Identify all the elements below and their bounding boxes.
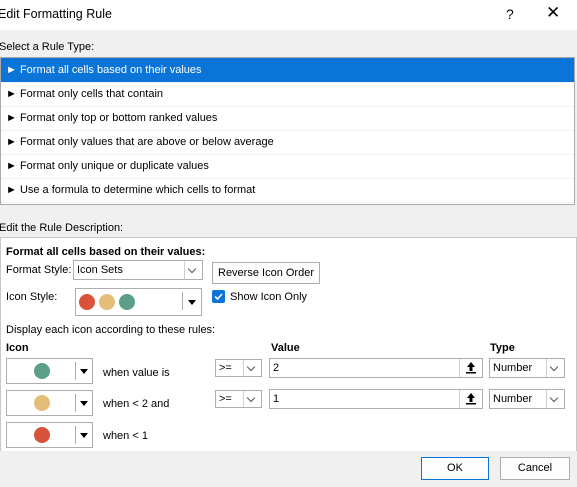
rule-type-item-unique-duplicate[interactable]: ► Format only unique or duplicate values	[1, 154, 574, 179]
rule-type-item-cells-that-contain[interactable]: ► Format only cells that contain	[1, 82, 574, 107]
rule-2-type-select[interactable]: Number	[489, 389, 565, 409]
rule-1-icon-select[interactable]	[6, 358, 93, 384]
icon-column-header: Icon	[6, 342, 29, 354]
dropdown-arrow-icon	[80, 433, 88, 438]
type-column-header: Type	[490, 342, 515, 354]
reverse-icon-order-button[interactable]: Reverse Icon Order	[212, 262, 320, 284]
rule-1-operator-select[interactable]: >=	[215, 359, 262, 377]
dropdown-arrow-icon	[80, 401, 88, 406]
dropdown-arrow-icon	[80, 369, 88, 374]
chevron-down-icon	[546, 390, 564, 408]
chevron-down-icon	[243, 391, 261, 407]
format-style-select[interactable]: Icon Sets	[73, 260, 203, 280]
close-button[interactable]: ✕	[546, 3, 560, 23]
display-rules-label: Display each icon according to these rul…	[6, 324, 216, 336]
rule-3-condition: when < 1	[103, 430, 148, 442]
rule-2-icon-select[interactable]	[6, 390, 93, 416]
ok-button[interactable]: OK	[421, 457, 489, 480]
rule-type-item-above-below-average[interactable]: ► Format only values that are above or b…	[1, 130, 574, 155]
rule-description-heading: Format all cells based on their values:	[6, 246, 206, 258]
green-circle-icon	[34, 363, 50, 379]
format-style-value: Icon Sets	[77, 264, 123, 276]
chevron-down-icon	[546, 359, 564, 377]
rule-2-operator: >=	[219, 393, 232, 405]
yellow-circle-icon	[99, 294, 115, 310]
red-circle-icon	[34, 427, 50, 443]
rule-description-label: Edit the Rule Description:	[0, 222, 124, 234]
dialog-footer: OK Cancel	[0, 451, 577, 487]
rule-1-condition: when value is	[103, 367, 170, 379]
rule-type-list: ► Format all cells based on their values…	[0, 57, 575, 205]
rule-type-item-top-bottom[interactable]: ► Format only top or bottom ranked value…	[1, 106, 574, 131]
rule-type-item-formula[interactable]: ► Use a formula to determine which cells…	[1, 178, 574, 203]
rule-description-panel: Format all cells based on their values: …	[0, 237, 577, 453]
rule-2-value-input[interactable]: 1	[269, 389, 483, 409]
chevron-down-icon	[243, 360, 261, 376]
show-icon-only-label: Show Icon Only	[230, 291, 308, 303]
help-button[interactable]: ?	[506, 6, 514, 22]
format-style-label: Format Style:	[6, 264, 72, 276]
show-icon-only-checkbox[interactable]	[212, 290, 225, 303]
green-circle-icon	[119, 294, 135, 310]
collapse-dialog-icon[interactable]	[459, 359, 482, 377]
yellow-circle-icon	[34, 395, 50, 411]
rule-2-condition: when < 2 and	[103, 398, 170, 410]
value-column-header: Value	[271, 342, 300, 354]
rule-1-operator: >=	[219, 362, 232, 374]
red-circle-icon	[79, 294, 95, 310]
rule-1-value: 2	[273, 362, 280, 374]
chevron-down-icon	[184, 261, 202, 279]
icon-style-label: Icon Style:	[6, 291, 58, 303]
rule-1-type: Number	[493, 362, 533, 374]
rule-3-icon-select[interactable]	[6, 422, 93, 448]
rule-2-operator-select[interactable]: >=	[215, 390, 262, 408]
rule-1-value-input[interactable]: 2	[269, 358, 483, 378]
rule-2-value: 1	[273, 393, 280, 405]
rule-type-item-all-cells[interactable]: ► Format all cells based on their values	[1, 58, 574, 83]
dropdown-arrow-icon	[188, 300, 196, 305]
rule-2-type: Number	[493, 393, 533, 405]
checkmark-icon	[214, 293, 223, 301]
cancel-button[interactable]: Cancel	[500, 457, 570, 480]
icon-style-select[interactable]	[75, 288, 202, 316]
collapse-dialog-icon[interactable]	[459, 390, 482, 408]
rule-type-label: Select a Rule Type:	[0, 41, 95, 53]
rule-1-type-select[interactable]: Number	[489, 358, 565, 378]
title-bar: Edit Formatting Rule ? ✕	[0, 0, 577, 30]
dialog-title: Edit Formatting Rule	[0, 7, 112, 21]
